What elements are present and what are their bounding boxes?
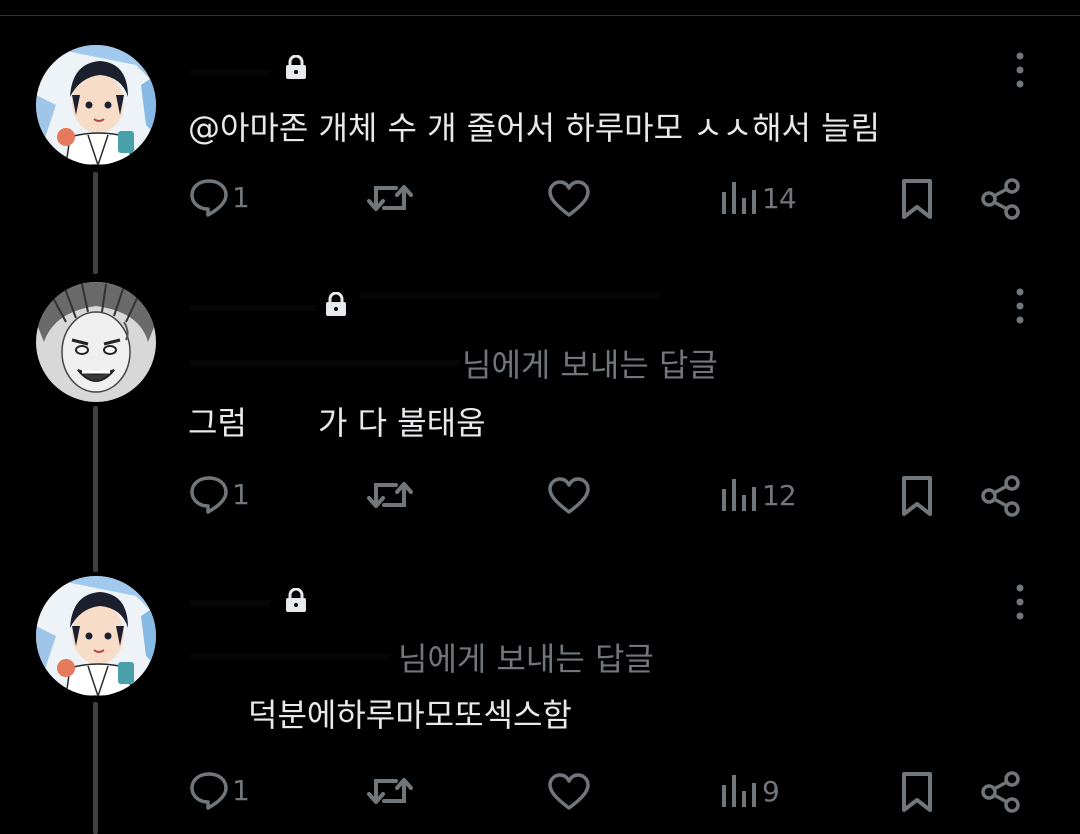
views-count: 9: [762, 774, 780, 808]
share-button[interactable]: [980, 475, 1022, 517]
views-icon: [722, 775, 756, 807]
post-text: 덕분에하루마모또섹스함: [248, 696, 572, 734]
repost-button[interactable]: [366, 475, 414, 515]
redacted-name: [190, 305, 315, 311]
reply-icon: [190, 179, 228, 217]
reply-to-label: 님에게 보내는 답글: [398, 640, 654, 678]
lock-icon: [286, 55, 306, 79]
repost-icon: [367, 778, 413, 804]
repost-button[interactable]: [366, 771, 414, 811]
avatar-illustrated-boy-icon: [36, 576, 156, 696]
redacted-handle: [360, 292, 660, 298]
bookmark-icon: [902, 476, 932, 516]
bookmark-icon: [902, 179, 932, 219]
like-icon: [548, 773, 590, 810]
avatar-sketch-man-icon: [36, 282, 156, 402]
reply-icon: [190, 476, 228, 514]
views-button[interactable]: 9: [720, 773, 780, 809]
views-button[interactable]: 14: [720, 180, 797, 216]
like-icon: [548, 477, 590, 514]
reply-to-label: 님에게 보내는 답글: [462, 346, 718, 384]
views-icon: [722, 479, 756, 511]
redacted-name: [190, 600, 270, 606]
repost-button[interactable]: [366, 178, 414, 218]
views-icon: [722, 182, 756, 214]
post-text: 그럼: [188, 404, 247, 442]
more-icon[interactable]: [1008, 582, 1032, 622]
bookmark-button[interactable]: [900, 771, 934, 813]
reply-button[interactable]: 1: [188, 176, 250, 218]
reply-count: 1: [232, 773, 250, 807]
share-icon: [981, 475, 1020, 517]
reply-button[interactable]: 1: [188, 473, 250, 515]
reply-count: 1: [232, 180, 250, 214]
post[interactable]: 님에게 보내는 답글 덕분에하루마모또섹스함 1 9: [0, 576, 1080, 834]
lock-icon: [326, 292, 346, 316]
redacted-replied-user: [190, 654, 390, 660]
like-icon: [548, 180, 590, 217]
views-button[interactable]: 12: [720, 477, 797, 513]
post-text: @아마존 개체 수 개 줄어서 하루마모 ㅅㅅ해서 늘림: [188, 109, 881, 147]
repost-icon: [367, 482, 413, 508]
avatar[interactable]: [36, 45, 156, 165]
lock-icon: [286, 588, 306, 612]
share-icon: [981, 178, 1020, 220]
share-icon: [981, 771, 1020, 813]
like-button[interactable]: [547, 477, 591, 515]
more-icon[interactable]: [1008, 286, 1032, 326]
like-button[interactable]: [547, 180, 591, 218]
bookmark-button[interactable]: [900, 178, 934, 220]
post[interactable]: 님에게 보내는 답글 그럼 가 다 불태움 1 12: [0, 280, 1080, 576]
share-button[interactable]: [980, 178, 1022, 220]
avatar[interactable]: [36, 576, 156, 696]
redacted-name: [190, 70, 270, 76]
repost-icon: [367, 185, 413, 211]
bookmark-icon: [902, 772, 932, 812]
avatar-illustrated-boy-icon: [36, 45, 156, 165]
post[interactable]: @아마존 개체 수 개 줄어서 하루마모 ㅅㅅ해서 늘림 1 14: [0, 0, 1080, 280]
like-button[interactable]: [547, 773, 591, 811]
reply-count: 1: [232, 477, 250, 511]
redacted-replied-user: [190, 360, 460, 366]
avatar[interactable]: [36, 282, 156, 402]
reply-button[interactable]: 1: [188, 769, 250, 811]
bookmark-button[interactable]: [900, 475, 934, 517]
post-text: 가 다 불태움: [318, 404, 486, 442]
more-icon[interactable]: [1008, 50, 1032, 90]
views-count: 14: [762, 181, 797, 215]
views-count: 12: [762, 478, 797, 512]
reply-icon: [190, 772, 228, 810]
share-button[interactable]: [980, 771, 1022, 813]
